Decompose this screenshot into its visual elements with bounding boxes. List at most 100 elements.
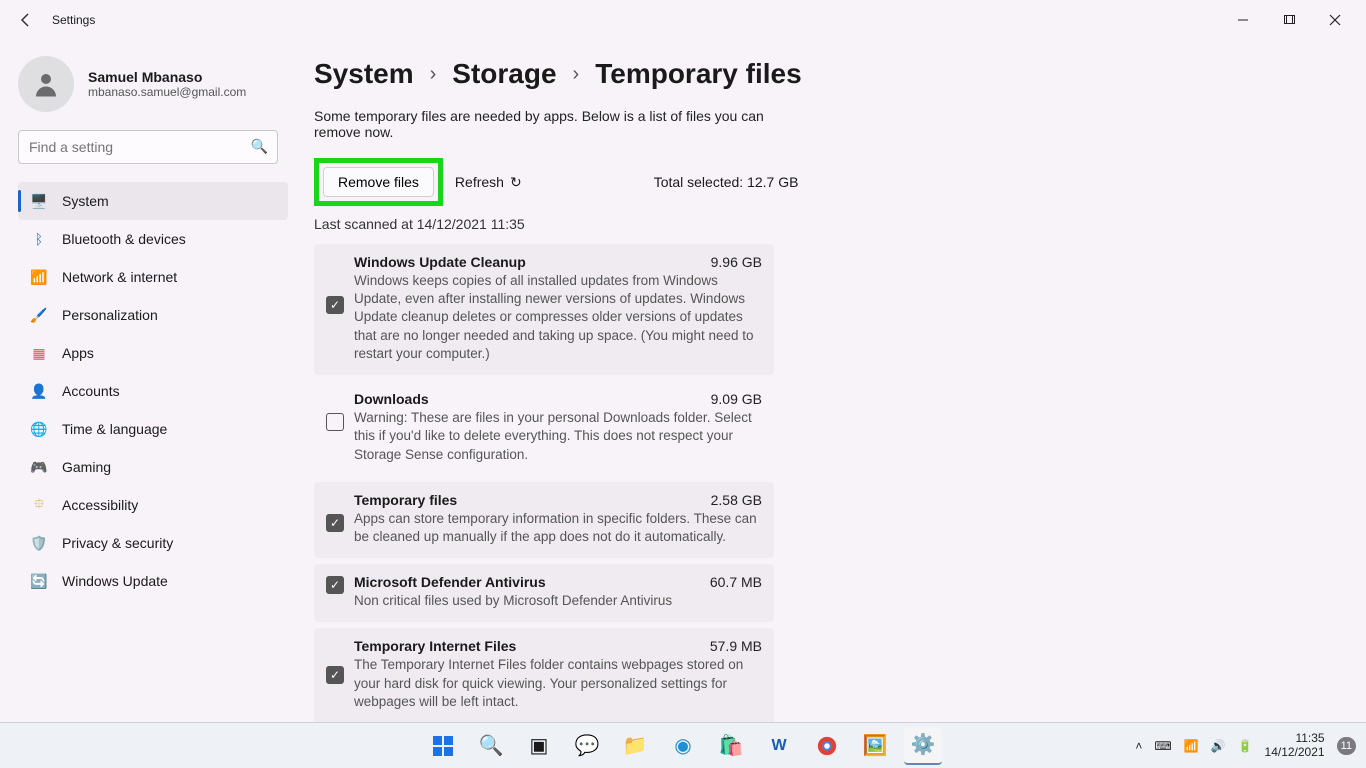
minimize-button[interactable] — [1220, 0, 1266, 40]
item-title: Temporary files — [354, 492, 457, 508]
chevron-right-icon: › — [573, 63, 580, 86]
item-list: ✓ Windows Update Cleanup 9.96 GB Windows ke… — [314, 244, 774, 722]
settings-taskbar-icon[interactable]: ⚙️ — [904, 727, 942, 765]
item-checkbox[interactable] — [326, 413, 344, 431]
action-row: Remove files Refresh ↻ Total selected: 1… — [314, 158, 1326, 206]
taskbar: 🔍 ▣ 💬 📁 ◉ 🛍️ W 🖼️ ⚙️ ˄ ⌨ 📶 🔊 🔋 11:35 14/… — [0, 722, 1366, 768]
breadcrumb-current: Temporary files — [595, 58, 801, 90]
nav-label: Apps — [62, 345, 94, 361]
nav-label: Gaming — [62, 459, 111, 475]
refresh-button[interactable]: Refresh ↻ — [455, 174, 522, 191]
chat-icon[interactable]: 💬 — [568, 727, 606, 765]
item-description: Windows keeps copies of all installed up… — [354, 272, 762, 363]
item-checkbox[interactable]: ✓ — [326, 296, 344, 314]
nav-label: Accounts — [62, 383, 120, 399]
taskbar-center: 🔍 ▣ 💬 📁 ◉ 🛍️ W 🖼️ ⚙️ — [424, 727, 942, 765]
last-scanned: Last scanned at 14/12/2021 11:35 — [314, 216, 1326, 232]
storage-item: Downloads 9.09 GB Warning: These are files… — [314, 381, 774, 476]
item-title: Microsoft Defender Antivirus — [354, 574, 546, 590]
battery-icon[interactable]: 🔋 — [1238, 739, 1253, 753]
system-tray: ˄ ⌨ 📶 🔊 🔋 11:35 14/12/2021 11 — [1135, 732, 1356, 758]
nav-list: 🖥️ System ᛒ Bluetooth & devices 📶 Network & i… — [18, 182, 288, 600]
nav-icon: ▦ — [30, 344, 48, 362]
item-title: Windows Update Cleanup — [354, 254, 526, 270]
item-size: 9.96 GB — [711, 254, 762, 270]
sidebar-item-network-internet[interactable]: 📶 Network & internet — [18, 258, 288, 296]
profile-row[interactable]: Samuel Mbanaso mbanaso.samuel@gmail.com — [18, 56, 288, 112]
item-size: 9.09 GB — [711, 391, 762, 407]
item-description: Apps can store temporary information in … — [354, 510, 762, 546]
nav-label: System — [62, 193, 109, 209]
item-size: 60.7 MB — [710, 574, 762, 590]
sidebar-item-accessibility[interactable]: ⯐ Accessibility — [18, 486, 288, 524]
item-description: Non critical files used by Microsoft Def… — [354, 592, 762, 610]
wifi-icon[interactable]: 📶 — [1184, 739, 1199, 753]
sidebar-item-time-language[interactable]: 🌐 Time & language — [18, 410, 288, 448]
sidebar-item-system[interactable]: 🖥️ System — [18, 182, 288, 220]
nav-icon: 🌐 — [30, 420, 48, 438]
item-checkbox[interactable]: ✓ — [326, 666, 344, 684]
file-explorer-icon[interactable]: 📁 — [616, 727, 654, 765]
user-name: Samuel Mbanaso — [88, 69, 246, 85]
item-description: The Temporary Internet Files folder cont… — [354, 656, 762, 711]
nav-label: Time & language — [62, 421, 167, 437]
nav-icon: 🎮 — [30, 458, 48, 476]
nav-label: Accessibility — [62, 497, 138, 513]
remove-files-button[interactable]: Remove files — [323, 167, 434, 197]
item-body: Temporary files2.58 GBApps can store tem… — [354, 492, 762, 546]
nav-label: Bluetooth & devices — [62, 231, 186, 247]
nav-icon: ᛒ — [30, 230, 48, 248]
back-button[interactable] — [8, 2, 44, 38]
word-icon[interactable]: W — [760, 727, 798, 765]
item-checkbox[interactable]: ✓ — [326, 576, 344, 594]
search-box: 🔍 — [18, 130, 288, 164]
item-description: Warning: These are files in your persona… — [354, 409, 762, 464]
nav-label: Privacy & security — [62, 535, 173, 551]
breadcrumb-storage[interactable]: Storage — [452, 58, 556, 90]
storage-item: ✓ Windows Update Cleanup 9.96 GB Windows ke… — [314, 244, 774, 375]
nav-label: Windows Update — [62, 573, 168, 589]
sidebar-item-personalization[interactable]: 🖌️Personalization — [18, 296, 288, 334]
nav-icon: 🖌️ — [30, 306, 48, 324]
nav-icon: 🛡️ — [30, 534, 48, 552]
page-description: Some temporary files are needed by apps.… — [314, 108, 774, 140]
app-title: Settings — [52, 13, 95, 27]
search-input[interactable] — [18, 130, 278, 164]
sidebar-item-privacy-security[interactable]: 🛡️ Privacy & security — [18, 524, 288, 562]
nav-icon: 👤 — [30, 382, 48, 400]
clock[interactable]: 11:35 14/12/2021 — [1265, 732, 1325, 758]
item-title: Downloads — [354, 391, 429, 407]
close-button[interactable] — [1312, 0, 1358, 40]
sidebar-item-accounts[interactable]: 👤 Accounts — [18, 372, 288, 410]
item-checkbox[interactable]: ✓ — [326, 514, 344, 532]
task-view-icon[interactable]: ▣ — [520, 727, 558, 765]
main-content: System › Storage › Temporary files Some … — [300, 40, 1366, 722]
volume-icon[interactable]: 🔊 — [1211, 739, 1226, 753]
start-button[interactable] — [424, 727, 462, 765]
refresh-icon: ↻ — [510, 174, 522, 191]
keyboard-icon[interactable]: ⌨ — [1154, 739, 1171, 753]
titlebar: Settings — [0, 0, 1366, 40]
search-taskbar-icon[interactable]: 🔍 — [472, 727, 510, 765]
notification-badge[interactable]: 11 — [1337, 737, 1356, 755]
refresh-label: Refresh — [455, 174, 504, 190]
maximize-button[interactable] — [1266, 0, 1312, 40]
item-title: Temporary Internet Files — [354, 638, 516, 654]
sidebar-item-windows-update[interactable]: 🔄Windows Update — [18, 562, 288, 600]
sidebar-item-apps[interactable]: ▦ Apps — [18, 334, 288, 372]
tray-chevron-icon[interactable]: ˄ — [1135, 739, 1142, 753]
nav-icon: 🖥️ — [30, 192, 48, 210]
chevron-right-icon: › — [430, 63, 437, 86]
nav-icon: 📶 — [30, 268, 48, 286]
nav-label: Network & internet — [62, 269, 177, 285]
store-icon[interactable]: 🛍️ — [712, 727, 750, 765]
nav-icon: ⯐ — [30, 496, 48, 514]
edge-icon[interactable]: ◉ — [664, 727, 702, 765]
photos-icon[interactable]: 🖼️ — [856, 727, 894, 765]
breadcrumb-system[interactable]: System — [314, 58, 414, 90]
item-body: Microsoft Defender Antivirus 60.7 MB Non c… — [354, 574, 762, 610]
sidebar-item-bluetooth-devices[interactable]: ᛒ Bluetooth & devices — [18, 220, 288, 258]
sidebar: Samuel Mbanaso mbanaso.samuel@gmail.com … — [0, 40, 300, 722]
chrome-icon[interactable] — [808, 727, 846, 765]
sidebar-item-gaming[interactable]: 🎮 Gaming — [18, 448, 288, 486]
